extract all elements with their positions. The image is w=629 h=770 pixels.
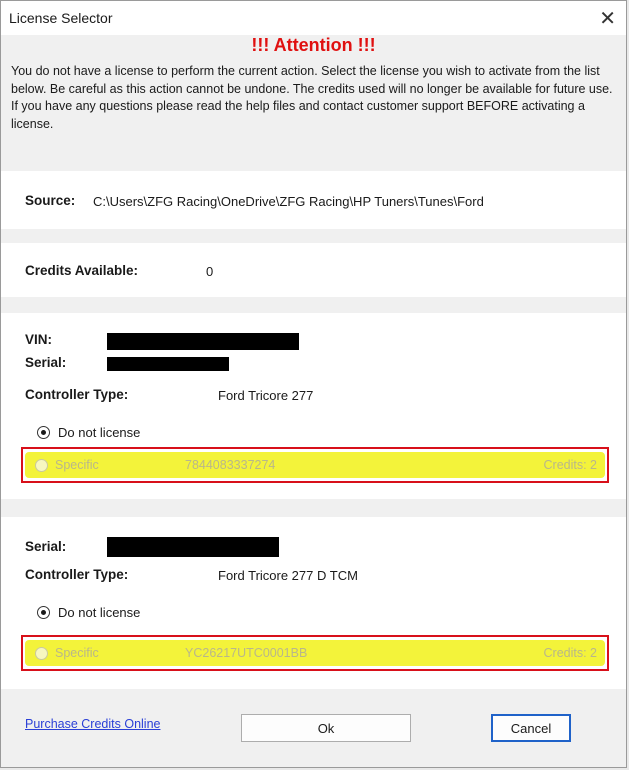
attention-heading: !!! Attention !!!: [251, 35, 376, 55]
specific-license-option[interactable]: Specific 7844083337274 Credits: 2: [21, 447, 609, 483]
cancel-button[interactable]: Cancel: [491, 714, 571, 742]
source-label: Source:: [25, 193, 76, 208]
controller-type-value: Ford Tricore 277 D TCM: [218, 568, 358, 583]
controller-type-label: Controller Type:: [25, 567, 129, 582]
yellow-highlight: [25, 452, 605, 478]
specific-license-id: 7844083337274: [185, 458, 276, 472]
specific-label: Specific: [55, 458, 99, 472]
controller-panel-1: VIN: Serial: Controller Type: Ford Trico…: [1, 313, 626, 499]
controller-panel-2: Serial: Controller Type: Ford Tricore 27…: [1, 517, 626, 689]
radio-selected-icon[interactable]: [37, 426, 50, 439]
credits-value: 0: [206, 264, 214, 279]
ok-button[interactable]: Ok: [241, 714, 411, 742]
do-not-license-label: Do not license: [58, 425, 141, 440]
specific-license-id: YC26217UTC0001BB: [185, 646, 308, 660]
specific-license-option[interactable]: Specific YC26217UTC0001BB Credits: 2: [21, 635, 609, 671]
do-not-license-option[interactable]: Do not license: [37, 425, 140, 440]
specific-credits: Credits: 2: [543, 458, 598, 472]
redacted-serial: [107, 537, 279, 557]
controller-type-value: Ford Tricore 277: [218, 388, 314, 403]
license-selector-dialog: License Selector ✕ !!! Attention !!! You…: [0, 0, 627, 768]
vin-label: VIN:: [25, 332, 52, 347]
radio-unselected-icon[interactable]: [35, 459, 48, 472]
title-bar: License Selector ✕: [1, 1, 626, 35]
redacted-serial: [107, 357, 229, 371]
warning-text: You do not have a license to perform the…: [11, 64, 613, 131]
radio-unselected-icon[interactable]: [35, 647, 48, 660]
controller-type-label: Controller Type:: [25, 387, 129, 402]
do-not-license-label: Do not license: [58, 605, 141, 620]
specific-label: Specific: [55, 646, 99, 660]
specific-credits: Credits: 2: [543, 646, 598, 660]
yellow-highlight: [25, 640, 605, 666]
source-row: Source: C:\Users\ZFG Racing\OneDrive\ZFG…: [1, 171, 626, 229]
credits-row: Credits Available: 0: [1, 243, 626, 297]
redacted-vin: [107, 333, 299, 350]
serial-label: Serial:: [25, 539, 67, 554]
do-not-license-option[interactable]: Do not license: [37, 605, 140, 620]
source-path: C:\Users\ZFG Racing\OneDrive\ZFG Racing\…: [93, 194, 484, 209]
radio-selected-icon[interactable]: [37, 606, 50, 619]
window-title: License Selector: [9, 10, 113, 26]
credits-label: Credits Available:: [25, 263, 139, 278]
close-icon[interactable]: ✕: [599, 6, 616, 31]
serial-label: Serial:: [25, 355, 67, 370]
purchase-credits-link[interactable]: Purchase Credits Online: [25, 717, 160, 731]
